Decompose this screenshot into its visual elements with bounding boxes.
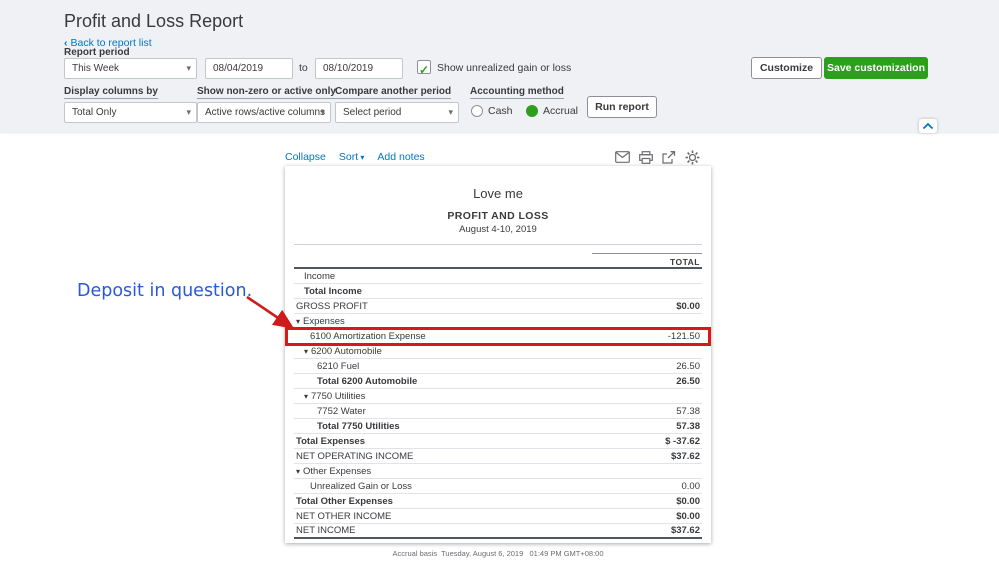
- compare-period-select[interactable]: Select period: [335, 102, 459, 123]
- accounting-method-label: Accounting method: [470, 86, 564, 97]
- row-label: Income: [296, 271, 335, 282]
- email-icon[interactable]: [615, 151, 630, 163]
- expand-arrow-icon[interactable]: [304, 346, 308, 357]
- add-notes-link[interactable]: Add notes: [377, 151, 424, 163]
- report-row-unrealized-gain-loss[interactable]: Unrealized Gain or Loss 0.00: [294, 479, 702, 494]
- show-nonzero-select[interactable]: Active rows/active columns: [197, 102, 331, 123]
- row-value: 57.38: [676, 421, 700, 432]
- report-row-other-expenses[interactable]: Other Expenses: [294, 464, 702, 479]
- row-value: $37.62: [671, 451, 700, 462]
- report-title: PROFIT AND LOSS: [294, 210, 702, 222]
- report-card: Love me PROFIT AND LOSS August 4-10, 201…: [285, 166, 711, 543]
- row-value: 0.00: [682, 481, 701, 492]
- report-row-automobile[interactable]: 6200 Automobile: [294, 344, 702, 359]
- report-row-total-expenses[interactable]: Total Expenses $ -37.62: [294, 434, 702, 449]
- chevron-down-icon: [358, 151, 364, 163]
- date-range-to-label: to: [299, 62, 308, 74]
- report-row-total-utilities[interactable]: Total 7750 Utilities 57.38: [294, 419, 702, 434]
- report-row-fuel[interactable]: 6210 Fuel 26.50: [294, 359, 702, 374]
- run-report-button[interactable]: Run report: [587, 96, 657, 118]
- row-label: Total Expenses: [296, 436, 365, 447]
- report-row-total-income[interactable]: Total Income: [294, 284, 702, 299]
- row-value: $0.00: [676, 496, 700, 507]
- report-row-total-other-expenses[interactable]: Total Other Expenses $0.00: [294, 494, 702, 509]
- cash-radio-label: Cash: [488, 105, 513, 117]
- report-row-amortization-expense-highlighted[interactable]: 6100 Amortization Expense -121.50: [287, 329, 709, 344]
- show-nonzero-label: Show non-zero or active only: [197, 86, 336, 97]
- report-period: August 4-10, 2019: [294, 224, 702, 235]
- report-settings-header: Profit and Loss Report ‹Back to report l…: [0, 0, 999, 132]
- row-label: Total Other Expenses: [296, 496, 393, 507]
- row-label: Total Income: [296, 286, 362, 297]
- annotation-text: Deposit in question.: [77, 281, 252, 301]
- print-icon[interactable]: [639, 151, 653, 164]
- table-header: TOTAL: [294, 252, 702, 269]
- row-value: $37.62: [671, 525, 700, 536]
- report-row-utilities[interactable]: 7750 Utilities: [294, 389, 702, 404]
- expand-arrow-icon[interactable]: [296, 466, 300, 477]
- expand-arrow-icon[interactable]: [304, 391, 308, 402]
- customize-button[interactable]: Customize: [751, 57, 822, 79]
- page-title: Profit and Loss Report: [64, 11, 243, 32]
- row-label: Total 7750 Utilities: [296, 421, 400, 432]
- row-value: 26.50: [676, 361, 700, 372]
- row-label: 7750 Utilities: [296, 391, 365, 402]
- row-label: Unrealized Gain or Loss: [296, 481, 412, 492]
- report-period-label: Report period: [64, 47, 130, 58]
- row-value: $ -37.62: [665, 436, 700, 447]
- row-label: 6210 Fuel: [296, 361, 359, 372]
- collapse-header-button[interactable]: [919, 119, 937, 133]
- cash-radio[interactable]: [471, 105, 483, 117]
- report-row-net-operating-income[interactable]: NET OPERATING INCOME $37.62: [294, 449, 702, 464]
- row-label: 6100 Amortization Expense: [296, 331, 426, 342]
- display-columns-select[interactable]: Total Only: [64, 102, 197, 123]
- report-rows: Income Total Income GROSS PROFIT $0.00 E…: [294, 269, 702, 539]
- report-row-income[interactable]: Income: [294, 269, 702, 284]
- show-unrealized-label: Show unrealized gain or loss: [437, 62, 571, 74]
- report-actions: [615, 150, 711, 165]
- row-value: -121.50: [668, 331, 700, 342]
- row-label: NET OTHER INCOME: [296, 511, 391, 522]
- report-row-net-other-income[interactable]: NET OTHER INCOME $0.00: [294, 509, 702, 524]
- show-unrealized-checkbox[interactable]: [417, 60, 431, 74]
- report-toolbar: Collapse Sort Add notes: [285, 148, 711, 166]
- chevron-up-icon: [922, 122, 934, 130]
- report-row-gross-profit[interactable]: GROSS PROFIT $0.00: [294, 299, 702, 314]
- row-label: NET OPERATING INCOME: [296, 451, 413, 462]
- date-from-input[interactable]: [205, 58, 293, 79]
- row-value: $0.00: [676, 511, 700, 522]
- export-icon[interactable]: [662, 151, 676, 164]
- total-column-header: TOTAL: [592, 253, 702, 267]
- collapse-link[interactable]: Collapse: [285, 151, 326, 163]
- row-label: Other Expenses: [296, 466, 371, 477]
- gear-icon[interactable]: [685, 150, 700, 165]
- report-row-water[interactable]: 7752 Water 57.38: [294, 404, 702, 419]
- date-to-input[interactable]: [315, 58, 403, 79]
- report-row-expenses[interactable]: Expenses: [294, 314, 702, 329]
- row-label: 7752 Water: [296, 406, 366, 417]
- accrual-radio[interactable]: [526, 105, 538, 117]
- display-columns-label: Display columns by: [64, 86, 158, 97]
- compare-period-label: Compare another period: [335, 86, 451, 97]
- report-period-select[interactable]: This Week: [64, 58, 197, 79]
- row-label: 6200 Automobile: [296, 346, 382, 357]
- accrual-radio-label: Accrual: [543, 105, 578, 117]
- report-footer: Accrual basis Tuesday, August 6, 2019 01…: [285, 549, 711, 558]
- row-value: 26.50: [676, 376, 700, 387]
- sort-link[interactable]: Sort: [339, 151, 365, 163]
- divider: [294, 244, 702, 245]
- company-name: Love me: [294, 186, 702, 201]
- row-label: GROSS PROFIT: [296, 301, 368, 312]
- row-label: NET INCOME: [296, 525, 355, 536]
- report-row-net-income[interactable]: NET INCOME $37.62: [294, 524, 702, 539]
- row-label: Total 6200 Automobile: [296, 376, 417, 387]
- report-row-total-automobile[interactable]: Total 6200 Automobile 26.50: [294, 374, 702, 389]
- save-customization-button[interactable]: Save customization: [824, 57, 928, 79]
- row-value: $0.00: [676, 301, 700, 312]
- row-value: 57.38: [676, 406, 700, 417]
